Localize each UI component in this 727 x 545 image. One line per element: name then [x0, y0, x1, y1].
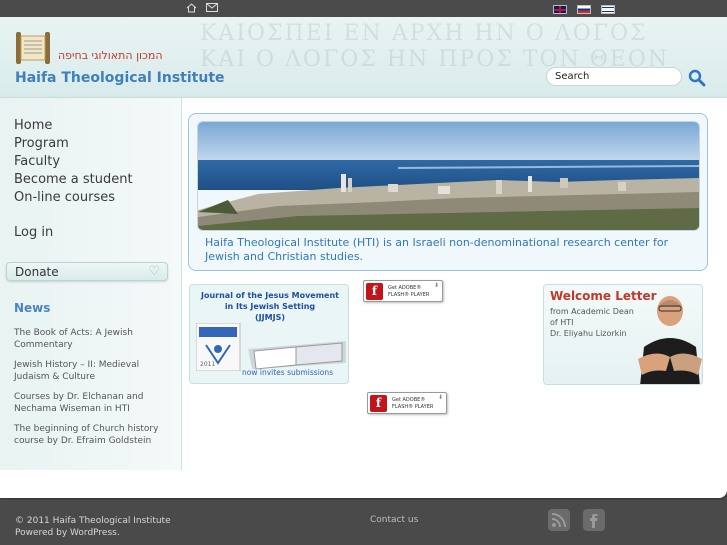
- news-heading: News: [14, 301, 51, 315]
- haifa-panorama-image: [197, 121, 700, 231]
- journal-footer: now invites submissions: [242, 368, 334, 377]
- nav-become-a-student[interactable]: Become a student: [14, 172, 133, 187]
- donate-label: Donate: [15, 265, 59, 279]
- journal-title-line2: in Its Jewish Setting: [224, 302, 316, 311]
- nav-log-in[interactable]: Log in: [14, 225, 53, 240]
- news-item[interactable]: The beginning of Church history course b…: [14, 423, 164, 447]
- sidebar: Home Program Faculty Become a student On…: [0, 98, 182, 470]
- news-item[interactable]: Jewish History – II: Medieval Judaism & …: [14, 359, 164, 383]
- flash-line1: Get ADOBE®: [388, 285, 422, 291]
- search-icon[interactable]: [688, 69, 706, 87]
- torah-scroll-logo[interactable]: [13, 30, 53, 66]
- site-footer: © 2011 Haifa Theological Institute Power…: [0, 500, 727, 545]
- news-item[interactable]: The Book of Acts: A Jewish Commentary: [14, 327, 164, 351]
- flash-icon: f: [366, 283, 383, 300]
- journal-year: 2011: [200, 361, 216, 368]
- get-flash-player-button[interactable]: f Get ADOBE® FLASH® PLAYER ⬇: [363, 280, 443, 302]
- powered-by-suffix: .: [116, 528, 120, 538]
- flash-line2: FLASH® PLAYER: [388, 292, 430, 298]
- nav-online-courses[interactable]: On-line courses: [14, 190, 115, 205]
- site-header: ΚΑΙΟΣΠΕΙ ΕΝ ΑΡΧΗ ΗΝ Ο ΛΟΓΟΣ ΚΑΙ Ο ΛΟΓΟΣ Η…: [0, 17, 727, 100]
- language-hebrew-flag[interactable]: [601, 5, 615, 14]
- flash-icon: f: [370, 395, 387, 412]
- hebrew-site-name: המכון התאולוגי בחיפה: [58, 49, 163, 62]
- news-item[interactable]: Courses by Dr. Elchanan and Nechama Wise…: [14, 391, 164, 415]
- powered-by-text: Powered by: [15, 528, 71, 538]
- nav-faculty[interactable]: Faculty: [14, 154, 60, 169]
- search-input[interactable]: [546, 67, 682, 86]
- welcome-letter-card[interactable]: Welcome Letter from Academic Dean of HTI…: [543, 284, 703, 385]
- wordpress-link[interactable]: WordPress: [70, 528, 117, 538]
- download-arrow-icon: ⬇: [437, 394, 443, 401]
- top-bar: [0, 0, 727, 17]
- get-flash-player-button[interactable]: f Get ADOBE® FLASH® PLAYER ⬇: [367, 392, 447, 414]
- donate-button[interactable]: Donate ♡: [6, 262, 168, 281]
- journal-title-line1: Journal of the Jesus Movement: [200, 291, 339, 300]
- download-arrow-icon: ⬇: [433, 282, 439, 289]
- header-background-script: ΚΑΙΟΣΠΕΙ ΕΝ ΑΡΧΗ ΗΝ Ο ΛΟΓΟΣ ΚΑΙ Ο ΛΟΓΟΣ Η…: [200, 21, 670, 72]
- welcome-text: from Academic Dean of HTI Dr. Eliyahu Li…: [550, 306, 646, 339]
- mail-icon[interactable]: [206, 3, 218, 15]
- flash-line2: FLASH® PLAYER: [392, 404, 434, 410]
- language-russian-flag[interactable]: [577, 5, 591, 14]
- welcome-line1: from Academic Dean: [550, 307, 634, 316]
- heart-icon: ♡: [148, 264, 160, 279]
- nav-home[interactable]: Home: [14, 118, 52, 133]
- welcome-line3: Dr. Eliyahu Lizorkin: [550, 329, 627, 338]
- featured-banner: Haifa Theological Institute (HTI) is an …: [188, 113, 708, 271]
- banner-caption: Haifa Theological Institute (HTI) is an …: [205, 236, 669, 263]
- rss-icon[interactable]: [548, 509, 570, 531]
- journal-card[interactable]: Journal of the Jesus Movement in Its Jew…: [189, 284, 349, 384]
- journal-title: Journal of the Jesus Movement in Its Jew…: [190, 290, 348, 323]
- contact-us-link[interactable]: Contact us: [370, 515, 418, 525]
- journal-cover-image: [196, 323, 346, 371]
- footer-copyright: © 2011 Haifa Theological Institute Power…: [15, 515, 171, 539]
- nav-program[interactable]: Program: [14, 136, 69, 151]
- home-icon[interactable]: [186, 3, 197, 16]
- dean-portrait-image: [638, 296, 702, 384]
- copyright-text: © 2011 Haifa Theological Institute: [15, 516, 171, 526]
- language-english-flag[interactable]: [553, 5, 567, 14]
- main-content-panel: Home Program Faculty Become a student On…: [0, 98, 727, 498]
- welcome-line2: of HTI: [550, 318, 574, 327]
- journal-title-line3: (JJMJS): [255, 313, 285, 322]
- flash-line1: Get ADOBE®: [392, 397, 426, 403]
- site-title[interactable]: Haifa Theological Institute: [15, 70, 225, 86]
- facebook-icon[interactable]: [583, 509, 605, 531]
